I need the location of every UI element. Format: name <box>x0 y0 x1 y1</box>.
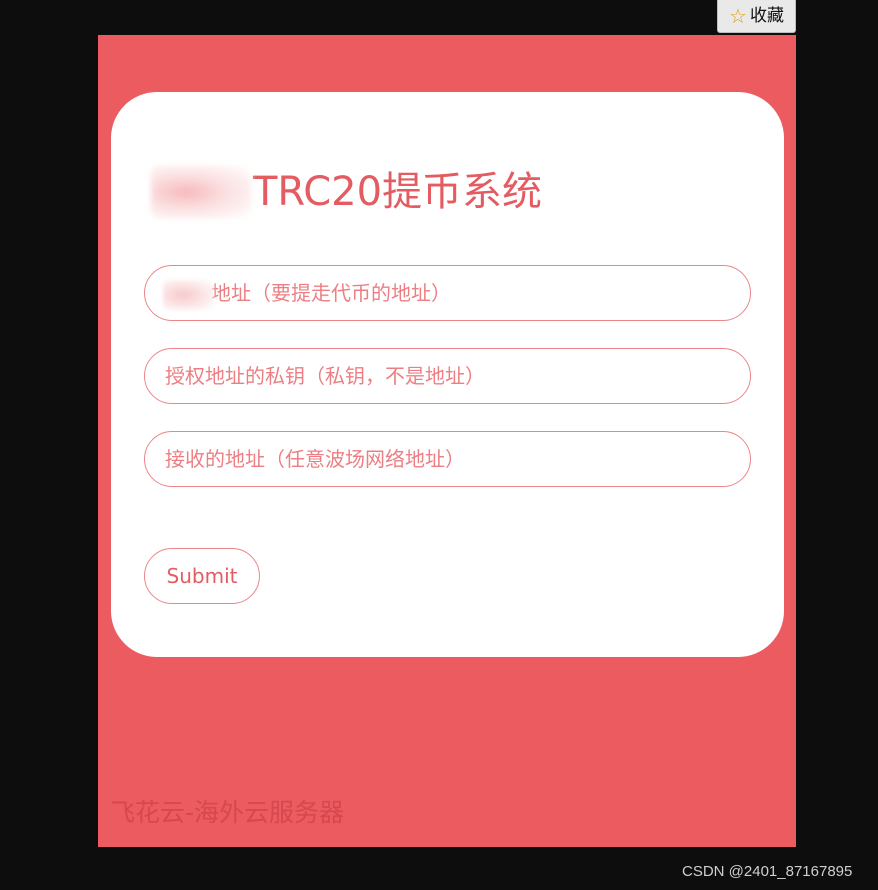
favorite-button[interactable]: ☆ 收藏 <box>717 0 796 33</box>
star-outline-icon: ☆ <box>729 4 747 28</box>
address-input[interactable] <box>144 265 751 321</box>
favorite-label: 收藏 <box>749 5 784 26</box>
submit-button[interactable]: Submit <box>144 548 260 604</box>
blurred-placeholder-prefix <box>163 280 213 310</box>
footer-text: 飞花云-海外云服务器 <box>110 798 345 827</box>
private-key-input[interactable] <box>144 348 751 404</box>
watermark: CSDN @2401_87167895 <box>682 863 853 880</box>
blurred-logo <box>151 166 251 218</box>
form-card: TRC20提币系统 Submit <box>111 92 784 657</box>
receive-address-input[interactable] <box>144 431 751 487</box>
page-title: TRC20提币系统 <box>253 169 543 215</box>
page-background: TRC20提币系统 Submit 飞花云-海外云服务器 <box>98 35 796 847</box>
title-row: TRC20提币系统 <box>151 162 542 222</box>
